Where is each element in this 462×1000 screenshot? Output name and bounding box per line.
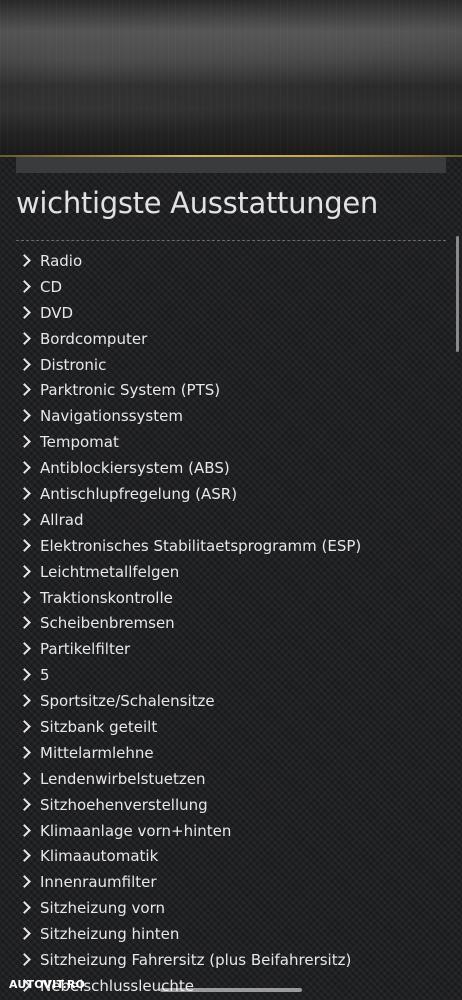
feature-item: CD: [16, 274, 446, 300]
chevron-right-icon: [16, 565, 40, 579]
feature-label: Allrad: [40, 510, 84, 529]
feature-label: Partikelfilter: [40, 640, 131, 659]
chevron-right-icon: [16, 332, 40, 346]
feature-item: Parktronic System (PTS): [16, 377, 446, 403]
chevron-right-icon: [16, 694, 40, 708]
chevron-right-icon: [16, 901, 40, 915]
chevron-right-icon: [16, 642, 40, 656]
chevron-right-icon: [16, 591, 40, 605]
feature-item: Radio: [16, 248, 446, 274]
feature-item: 5: [16, 662, 446, 688]
feature-label: Parktronic System (PTS): [40, 381, 221, 400]
feature-item: Lendenwirbelstuetzen: [16, 766, 446, 792]
feature-label: Klimaanlage vorn+hinten: [40, 821, 232, 840]
chevron-right-icon: [16, 487, 40, 501]
feature-item: Allrad: [16, 507, 446, 533]
chevron-right-icon: [16, 772, 40, 786]
feature-label: Radio: [40, 251, 83, 270]
chevron-right-icon: [16, 953, 40, 967]
chevron-right-icon: [16, 435, 40, 449]
chevron-right-icon: [16, 513, 40, 527]
feature-item: Klimaautomatik: [16, 843, 446, 869]
feature-item: Elektronisches Stabilitaetsprogramm (ESP…: [16, 533, 446, 559]
chevron-right-icon: [16, 616, 40, 630]
feature-label: Bordcomputer: [40, 329, 148, 348]
feature-label: Navigationssystem: [40, 407, 183, 426]
feature-label: Innenraumfilter: [40, 873, 157, 892]
feature-label: Sitzbank geteilt: [40, 717, 158, 736]
feature-label: Sitzheizung hinten: [40, 925, 180, 944]
chevron-right-icon: [16, 254, 40, 268]
feature-label: Klimaautomatik: [40, 847, 159, 866]
feature-item: Antischlupfregelung (ASR): [16, 481, 446, 507]
chevron-right-icon: [16, 668, 40, 682]
chevron-right-icon: [16, 824, 40, 838]
chevron-right-icon: [16, 539, 40, 553]
feature-item: Sitzheizung Fahrersitz (plus Beifahrersi…: [16, 947, 446, 973]
scrollbar[interactable]: [456, 236, 459, 352]
feature-item: Scheibenbremsen: [16, 610, 446, 636]
section-title: wichtigste Ausstattungen: [16, 186, 378, 220]
feature-item: DVD: [16, 300, 446, 326]
feature-item: Sitzheizung hinten: [16, 921, 446, 947]
chevron-right-icon: [16, 306, 40, 320]
home-indicator: [160, 988, 302, 992]
dashed-divider: [16, 240, 446, 241]
feature-item: Distronic: [16, 352, 446, 378]
feature-label: Leichtmetallfelgen: [40, 562, 180, 581]
feature-item: Partikelfilter: [16, 636, 446, 662]
chevron-right-icon: [16, 798, 40, 812]
feature-label: Sportsitze/Schalensitze: [40, 692, 215, 711]
feature-item: Tempomat: [16, 429, 446, 455]
feature-item: Traktionskontrolle: [16, 585, 446, 611]
feature-label: Antischlupfregelung (ASR): [40, 484, 238, 503]
feature-item: Sitzheizung vorn: [16, 895, 446, 921]
chevron-right-icon: [16, 280, 40, 294]
chevron-right-icon: [16, 383, 40, 397]
feature-label: Sitzhoehenverstellung: [40, 795, 208, 814]
chevron-right-icon: [16, 875, 40, 889]
feature-label: Elektronisches Stabilitaetsprogramm (ESP…: [40, 536, 362, 555]
chevron-right-icon: [16, 720, 40, 734]
feature-label: DVD: [40, 303, 74, 322]
feature-item: Mittelarmlehne: [16, 740, 446, 766]
feature-item: Innenraumfilter: [16, 869, 446, 895]
feature-label: CD: [40, 277, 63, 296]
feature-item: Navigationssystem: [16, 403, 446, 429]
feature-label: Tempomat: [40, 433, 119, 452]
chevron-right-icon: [16, 927, 40, 941]
feature-label: Lendenwirbelstuetzen: [40, 769, 206, 788]
feature-label: Mittelarmlehne: [40, 743, 154, 762]
feature-item: Sitzbank geteilt: [16, 714, 446, 740]
watermark-logo: AUTOVIT.RO: [9, 978, 86, 991]
feature-label: Sitzheizung vorn: [40, 899, 165, 918]
feature-label: Traktionskontrolle: [40, 588, 173, 607]
feature-item: Klimaanlage vorn+hinten: [16, 818, 446, 844]
feature-label: Scheibenbremsen: [40, 614, 175, 633]
feature-label: Sitzheizung Fahrersitz (plus Beifahrersi…: [40, 950, 352, 969]
feature-label: 5: [40, 666, 50, 685]
feature-item: Antiblockiersystem (ABS): [16, 455, 446, 481]
chevron-right-icon: [16, 461, 40, 475]
feature-item: Bordcomputer: [16, 326, 446, 352]
feature-list: Radio CD DVD Bordcomputer Distronic Parktroni…: [16, 248, 446, 999]
chevron-right-icon: [16, 358, 40, 372]
header-photo: [0, 0, 462, 156]
feature-item: Sitzhoehenverstellung: [16, 792, 446, 818]
feature-item: Leichtmetallfelgen: [16, 559, 446, 585]
feature-label: Antiblockiersystem (ABS): [40, 459, 230, 478]
chevron-right-icon: [16, 409, 40, 423]
feature-item: Sportsitze/Schalensitze: [16, 688, 446, 714]
header-bar: [16, 157, 446, 173]
feature-label: Distronic: [40, 355, 107, 374]
chevron-right-icon: [16, 849, 40, 863]
chevron-right-icon: [16, 746, 40, 760]
